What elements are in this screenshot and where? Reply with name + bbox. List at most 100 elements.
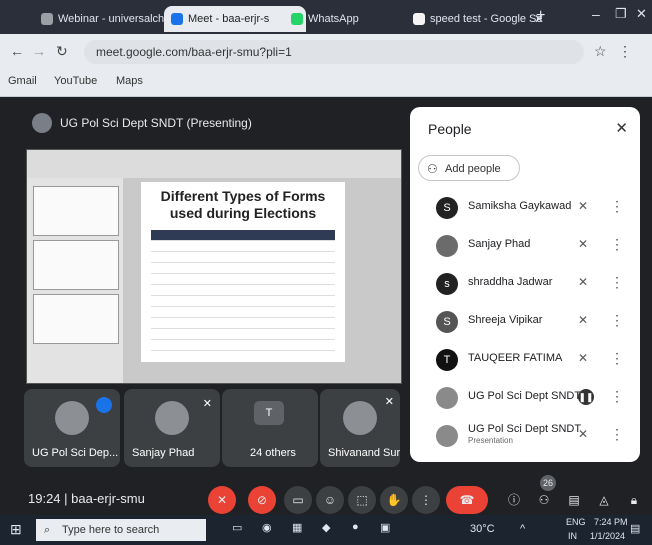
chrome-taskbar-icon[interactable]: ◉ xyxy=(262,521,272,534)
meeting-code: 19:24 | baa-erjr-smu xyxy=(28,491,145,506)
raise-hand-button[interactable]: ✋ xyxy=(380,486,408,514)
mic-off-icon: ✕ xyxy=(202,398,212,410)
presenter-label: UG Pol Sci Dept SNDT (Presenting) xyxy=(60,116,252,130)
participant-row[interactable]: UG Pol Sci Dept SNDT ❚❚ ⋮ xyxy=(410,379,640,417)
table-row xyxy=(151,252,335,263)
task-view-icon[interactable]: ▭ xyxy=(232,521,242,534)
table-row xyxy=(151,263,335,274)
avatar: S xyxy=(436,311,458,333)
more-options-icon[interactable]: ⋮ xyxy=(610,198,624,215)
add-person-icon: ⚇ xyxy=(427,162,438,176)
avatar: T xyxy=(436,349,458,371)
table-row xyxy=(151,285,335,296)
bookmark-gmail[interactable]: Gmail xyxy=(8,75,37,87)
mic-off-icon: ✕ xyxy=(578,313,589,327)
windows-start-icon[interactable]: ⊞ xyxy=(10,521,22,538)
more-options-button[interactable]: ⋮ xyxy=(412,486,440,514)
taskbar: ⊞ ⌕ Type here to search ▭ ◉ ▦ ◆ ● ▣ 30°C… xyxy=(0,515,652,545)
meet-stage: UG Pol Sci Dept SNDT (Presenting) Differ… xyxy=(0,97,652,485)
mic-off-icon: ✕ xyxy=(578,427,589,441)
table-row xyxy=(151,274,335,285)
bookmark-youtube[interactable]: YouTube xyxy=(54,75,97,87)
taskbar-search-input[interactable]: ⌕ Type here to search xyxy=(36,519,206,541)
close-icon[interactable]: ✕ xyxy=(615,119,628,137)
captions-button[interactable]: ▭ xyxy=(284,486,312,514)
participant-video xyxy=(155,401,189,435)
emoji-button[interactable]: ☺ xyxy=(316,486,344,514)
table-row xyxy=(151,307,335,318)
slide-title: Different Types of Forms used during Ele… xyxy=(160,188,326,221)
new-tab-icon[interactable]: + xyxy=(536,7,545,25)
language-indicator[interactable]: ENG xyxy=(566,517,586,527)
presentation-ribbon xyxy=(27,150,401,178)
participant-row[interactable]: s shraddha Jadwar ✕ ⋮ xyxy=(410,265,640,303)
speaking-indicator-icon xyxy=(96,397,112,413)
present-button[interactable]: ⬚ xyxy=(348,486,376,514)
reload-icon[interactable]: ↻ xyxy=(56,43,68,60)
minimize-icon[interactable]: – xyxy=(592,6,600,22)
bookmark-maps[interactable]: Maps xyxy=(116,75,143,87)
avatar xyxy=(436,235,458,257)
participant-row[interactable]: Sanjay Phad ✕ ⋮ xyxy=(410,227,640,265)
restore-icon[interactable]: ❐ xyxy=(615,6,627,22)
participant-row[interactable]: S Samiksha Gaykawad ✕ ⋮ xyxy=(410,189,640,227)
avatar xyxy=(32,113,52,133)
clock-time[interactable]: 7:24 PM xyxy=(594,517,628,527)
bookmarks-bar: Gmail YouTube Maps xyxy=(0,70,652,97)
avatar xyxy=(436,425,458,447)
others-avatars-icon: T xyxy=(254,401,284,425)
clock-date: 1/1/2024 xyxy=(590,531,626,541)
close-window-icon[interactable]: ✕ xyxy=(636,6,647,22)
app-taskbar-icon[interactable]: ◆ xyxy=(322,521,330,534)
participant-tile[interactable]: ✕ Shivanand Sury... xyxy=(320,389,400,467)
more-options-icon[interactable]: ⋮ xyxy=(610,312,624,329)
chat-icon[interactable]: ▤ xyxy=(560,486,588,514)
avatar: S xyxy=(436,197,458,219)
panel-title: People xyxy=(428,121,472,137)
app-taskbar-icon[interactable]: ▣ xyxy=(380,521,390,534)
slide-thumbnail xyxy=(33,240,119,290)
add-people-button[interactable]: ⚇ Add people xyxy=(418,155,520,181)
notifications-icon[interactable]: ▤ xyxy=(630,522,640,535)
extensions-icon[interactable]: ⋮ xyxy=(618,43,632,60)
favicon-icon xyxy=(41,13,53,25)
forward-icon[interactable]: → xyxy=(32,43,46,59)
people-panel: People ✕ ⚇ Add people S Samiksha Gaykawa… xyxy=(410,107,640,462)
slide-thumbnail xyxy=(33,186,119,236)
participant-tile[interactable]: UG Pol Sci Dep... xyxy=(24,389,120,467)
mic-toggle-button[interactable]: ✕ xyxy=(208,486,236,514)
back-icon[interactable]: ← xyxy=(10,43,24,59)
participant-row[interactable]: T TAUQEER FATIMA ✕ ⋮ xyxy=(410,341,640,379)
participant-row[interactable]: S Shreeja Vipikar ✕ ⋮ xyxy=(410,303,640,341)
info-icon[interactable]: ⓘ xyxy=(500,486,528,514)
more-options-icon[interactable]: ⋮ xyxy=(610,236,624,253)
current-slide: Different Types of Forms used during Ele… xyxy=(141,182,345,362)
participant-row[interactable]: UG Pol Sci Dept SNDT Presentation ✕ ⋮ xyxy=(410,417,640,455)
mic-off-icon: ✕ xyxy=(384,396,394,408)
app-taskbar-icon[interactable]: ● xyxy=(352,521,359,533)
meet-favicon-icon xyxy=(171,13,183,25)
camera-toggle-button[interactable]: ⊘ xyxy=(248,486,276,514)
mic-off-icon: ✕ xyxy=(578,199,589,213)
whatsapp-favicon-icon xyxy=(291,13,303,25)
participant-tile[interactable]: ✕ Sanjay Phad xyxy=(124,389,220,467)
more-options-icon[interactable]: ⋮ xyxy=(610,388,624,405)
url-input[interactable]: meet.google.com/baa-erjr-smu?pli=1 xyxy=(84,40,584,64)
activities-icon[interactable]: ◬ xyxy=(590,486,618,514)
more-options-icon[interactable]: ⋮ xyxy=(610,350,624,367)
avatar: s xyxy=(436,273,458,295)
language-region: IN xyxy=(568,531,577,541)
tab-speed-test[interactable]: speed test - Google Se ✕ xyxy=(406,6,550,32)
bookmark-star-icon[interactable]: ☆ xyxy=(594,43,607,60)
more-options-icon[interactable]: ⋮ xyxy=(610,426,624,443)
more-options-icon[interactable]: ⋮ xyxy=(610,274,624,291)
tray-chevron-icon[interactable]: ^ xyxy=(520,523,525,535)
lock-icon[interactable]: 🔒︎ xyxy=(620,486,648,514)
table-row xyxy=(151,241,335,252)
table-row xyxy=(151,329,335,340)
app-taskbar-icon[interactable]: ▦ xyxy=(292,521,302,534)
others-tile[interactable]: T 24 others xyxy=(222,389,318,467)
participant-count-badge: 26 xyxy=(540,475,556,491)
participant-video xyxy=(343,401,377,435)
leave-call-button[interactable]: ☎ xyxy=(446,486,488,514)
